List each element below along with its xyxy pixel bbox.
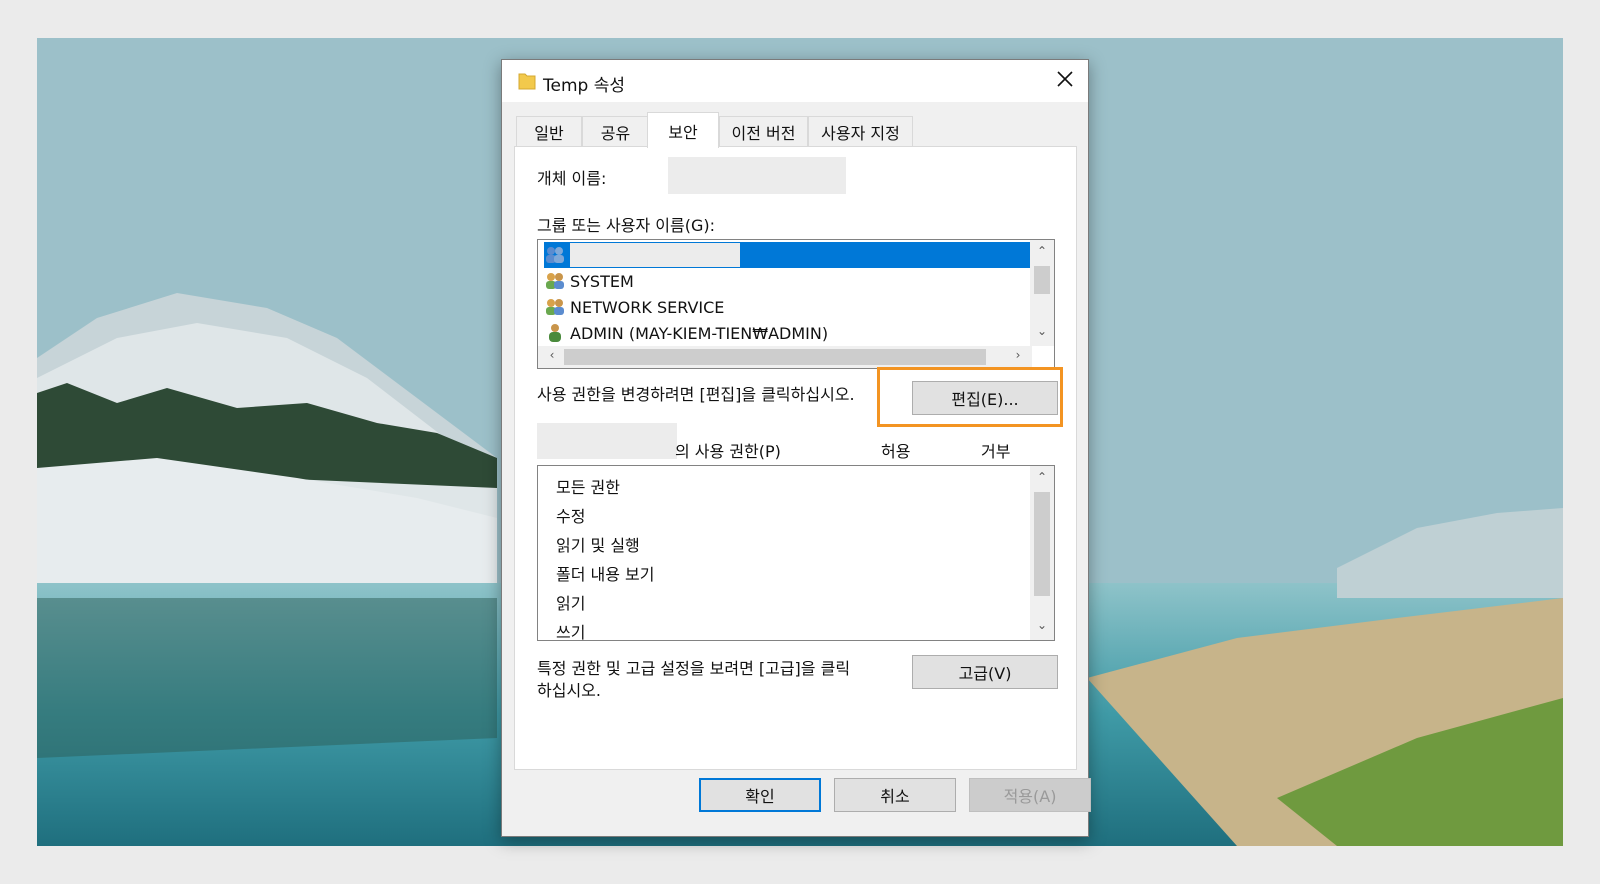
permissions-vertical-scrollbar[interactable]: ⌃ ⌄ [1030, 466, 1054, 640]
chevron-down-icon[interactable]: ⌄ [1030, 324, 1054, 338]
users-vertical-scrollbar[interactable]: ⌃ ⌄ [1030, 240, 1054, 346]
chevron-up-icon[interactable]: ⌃ [1030, 470, 1054, 484]
ok-label: 확인 [745, 787, 775, 806]
chevron-up-icon[interactable]: ⌃ [1030, 244, 1054, 258]
edit-button-label: 편집(E)... [951, 390, 1019, 409]
tab-label: 일반 [534, 123, 564, 143]
group-icon [544, 296, 566, 318]
tab-strip: 일반 공유 보안 이전 버전 사용자 지정 [516, 112, 1076, 148]
apply-label: 적용(A) [1003, 787, 1057, 806]
edit-hint: 사용 권한을 변경하려면 [편집]을 클릭하십시오. [537, 385, 855, 404]
permission-item: 수정 [556, 507, 586, 526]
list-item-admin[interactable]: ADMIN (MAY-KIEM-TIEN₩ADMIN) [544, 320, 828, 346]
tab-customize[interactable]: 사용자 지정 [808, 116, 913, 146]
tab-label: 사용자 지정 [821, 123, 900, 143]
permission-item: 모든 권한 [556, 478, 620, 497]
users-listbox[interactable]: SYSTEM NETWORK SERVICE ADMIN (MAY-KIEM-T… [537, 239, 1055, 369]
permission-item: 읽기 [556, 594, 586, 613]
list-item-system[interactable]: SYSTEM [544, 268, 634, 294]
tab-label: 보안 [668, 122, 698, 142]
edit-button[interactable]: 편집(E)... [912, 381, 1058, 415]
tab-previous-versions[interactable]: 이전 버전 [719, 116, 808, 146]
tab-label: 이전 버전 [731, 123, 796, 143]
permission-item: 읽기 및 실행 [556, 536, 640, 555]
advanced-button-label: 고급(V) [958, 664, 1012, 683]
group-icon [544, 270, 566, 292]
cancel-label: 취소 [880, 787, 910, 806]
users-horizontal-scrollbar[interactable]: ‹ › [538, 346, 1032, 368]
title-bar: Temp 속성 [502, 60, 1088, 102]
ok-button[interactable]: 확인 [699, 778, 821, 812]
close-icon [1057, 71, 1073, 91]
allow-header: 허용 [881, 442, 911, 461]
list-item-selected-user[interactable] [544, 242, 1030, 268]
user-name-redacted [570, 243, 740, 267]
scroll-thumb[interactable] [1034, 492, 1050, 596]
scroll-thumb[interactable] [564, 349, 986, 365]
tab-general[interactable]: 일반 [516, 116, 582, 146]
list-item-network-service[interactable]: NETWORK SERVICE [544, 294, 724, 320]
scroll-thumb[interactable] [1034, 266, 1050, 294]
permission-item: 쓰기 [556, 623, 586, 642]
chevron-left-icon[interactable]: ‹ [540, 348, 564, 362]
permission-item: 폴더 내용 보기 [556, 565, 655, 584]
tab-label: 공유 [600, 123, 631, 143]
object-name-label: 개체 이름: [537, 169, 607, 188]
close-button[interactable] [1042, 60, 1088, 102]
advanced-hint-line2: 하십시오. [537, 681, 601, 700]
groups-label: 그룹 또는 사용자 이름(G): [537, 216, 716, 235]
tab-sharing[interactable]: 공유 [582, 116, 649, 146]
properties-dialog: Temp 속성 일반 공유 보안 이전 버전 사용자 지정 개체 이름: 그룹 … [501, 59, 1091, 837]
advanced-hint-line1: 특정 권한 및 고급 설정을 보려면 [고급]을 클릭 [537, 659, 851, 678]
group-icon [544, 244, 566, 266]
security-tab-page: 개체 이름: 그룹 또는 사용자 이름(G): SYSTEM NETWORK S… [514, 146, 1077, 770]
chevron-down-icon[interactable]: ⌄ [1030, 618, 1054, 632]
user-name: SYSTEM [570, 271, 634, 291]
apply-button: 적용(A) [969, 778, 1091, 812]
selected-principal-redacted [537, 423, 677, 459]
deny-header: 거부 [981, 442, 1011, 461]
user-name: NETWORK SERVICE [570, 297, 725, 317]
object-name-value [668, 157, 846, 194]
cancel-button[interactable]: 취소 [834, 778, 956, 812]
permissions-for-label: 의 사용 권한(P) [675, 442, 781, 461]
folder-icon [518, 71, 536, 95]
tab-security[interactable]: 보안 [647, 112, 719, 148]
window-title: Temp 속성 [543, 76, 625, 96]
user-name: ADMIN (MAY-KIEM-TIEN₩ADMIN) [570, 323, 829, 343]
chevron-right-icon[interactable]: › [1006, 348, 1030, 362]
user-icon [544, 322, 566, 344]
advanced-button[interactable]: 고급(V) [912, 655, 1058, 689]
permissions-listbox[interactable]: 모든 권한 수정 읽기 및 실행 폴더 내용 보기 읽기 쓰기 ⌃ ⌄ [537, 465, 1055, 642]
